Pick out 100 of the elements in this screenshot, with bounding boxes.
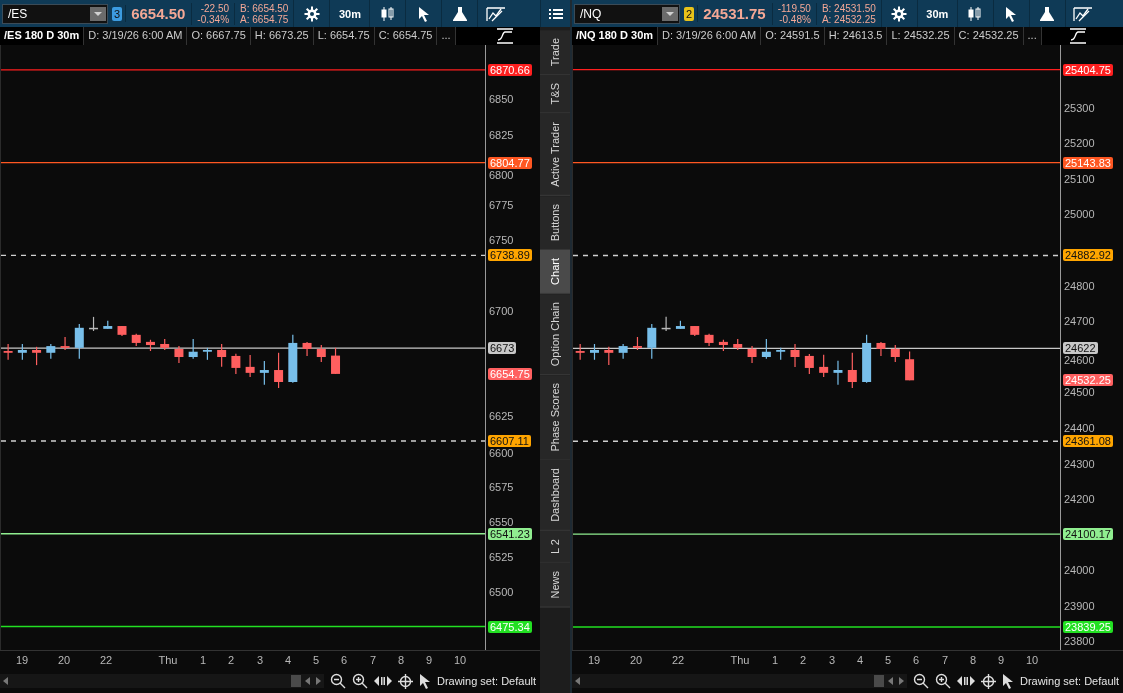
candle	[60, 336, 70, 351]
time-label: 4	[283, 654, 293, 666]
candle	[590, 343, 599, 361]
price-tick: 6575	[489, 480, 514, 493]
time-label: 5	[883, 654, 893, 666]
flask-icon	[451, 5, 468, 22]
scroll-thumb[interactable]	[290, 675, 301, 687]
price-label: 6673	[488, 342, 517, 355]
ohlc-field: H: 6673.25	[250, 27, 314, 45]
scroll-left-icon[interactable]	[887, 677, 894, 685]
scroll-right-icon[interactable]	[314, 677, 321, 685]
drawing-set-label[interactable]: Drawing set: Default	[1019, 675, 1119, 687]
price-tick: 6775	[489, 199, 514, 212]
symbol-field[interactable]: /ES	[2, 3, 108, 24]
price-tick: 24400	[1064, 421, 1095, 434]
candle	[733, 338, 743, 351]
side-tab[interactable]: News	[540, 563, 570, 608]
price-tick: 24200	[1064, 493, 1095, 506]
price-label: 23839.25	[1063, 621, 1113, 633]
candle	[604, 346, 614, 366]
candle	[17, 343, 27, 361]
time-label: 20	[56, 654, 72, 666]
zoom-in-icon[interactable]	[934, 673, 951, 689]
side-tab[interactable]: L 2	[540, 531, 570, 564]
price-tick: 23900	[1064, 599, 1095, 612]
side-tab[interactable]: T&S	[540, 75, 570, 114]
crosshair-icon[interactable]	[397, 673, 413, 689]
scroll-right-icon[interactable]	[897, 677, 904, 685]
price-tick: 6600	[489, 446, 514, 459]
time-label: 22	[670, 654, 686, 666]
symbol-field[interactable]: /NQ	[574, 3, 680, 24]
price-tick: 6700	[489, 304, 514, 317]
fit-width-icon[interactable]	[373, 675, 392, 687]
time-label: 19	[14, 654, 30, 666]
price-tick: 24500	[1064, 386, 1095, 399]
candle	[647, 323, 657, 360]
time-label: 9	[424, 654, 434, 666]
candle	[32, 346, 42, 366]
ohlc-field: C: 6654.75	[374, 27, 438, 45]
bid-price: B: 6654.50	[240, 2, 289, 14]
price-label: 24622	[1063, 342, 1098, 355]
scrollbar[interactable]	[0, 674, 324, 688]
ask-price: A: 6654.75	[240, 13, 289, 25]
price-label: 6654.75	[488, 367, 532, 380]
zoom-out-icon[interactable]	[912, 673, 929, 689]
side-tab[interactable]: Dashboard	[540, 460, 570, 532]
price-label: 6607.11	[488, 434, 531, 447]
candle	[690, 325, 700, 337]
candle	[847, 352, 857, 389]
candle	[188, 338, 198, 360]
scroll-left-icon[interactable]	[304, 677, 311, 685]
side-tab[interactable]: Buttons	[540, 195, 570, 250]
percent-change: -0.48%	[778, 13, 811, 25]
price-tick: 6825	[489, 128, 514, 141]
zoom-out-icon[interactable]	[329, 673, 346, 689]
candle	[331, 347, 341, 375]
side-tab[interactable]: Phase Scores	[540, 375, 570, 461]
price-tick: 24600	[1064, 354, 1095, 367]
candle	[259, 360, 269, 386]
caret-icon	[662, 6, 678, 21]
ohlc-field: L: 6654.75	[313, 27, 375, 45]
zoom-in-icon[interactable]	[351, 673, 368, 689]
time-label: 19	[586, 654, 602, 666]
candle	[46, 343, 56, 360]
scrollbar[interactable]	[572, 674, 907, 688]
candle	[747, 345, 757, 364]
candle	[3, 343, 13, 361]
price-tick: 6800	[489, 168, 514, 181]
candle	[704, 333, 714, 347]
time-label: 20	[628, 654, 644, 666]
side-tab[interactable]: Option Chain	[540, 293, 570, 375]
time-label: Thu	[157, 654, 179, 666]
price-label: 6541.23	[488, 527, 532, 540]
price-tick: 6500	[489, 586, 514, 599]
crosshair-icon[interactable]	[980, 673, 996, 689]
price-tick: 24800	[1064, 279, 1095, 292]
candle	[862, 334, 872, 384]
candle	[575, 343, 585, 361]
candle	[202, 347, 212, 361]
candle	[661, 316, 671, 332]
cursor-icon[interactable]	[1001, 673, 1014, 689]
price-tick: 24300	[1064, 457, 1095, 470]
price-label: 6804.77	[488, 156, 532, 169]
side-tab[interactable]: Trade	[540, 30, 570, 76]
side-tab[interactable]: Active Trader	[540, 113, 570, 196]
side-tab[interactable]: Chart	[540, 249, 570, 294]
bid-price: B: 24531.50	[821, 2, 876, 14]
time-label: 1	[770, 654, 780, 666]
price-tick: 25300	[1064, 101, 1095, 114]
candle	[117, 325, 127, 337]
fit-width-icon[interactable]	[956, 675, 975, 687]
candle	[316, 344, 326, 363]
candle	[302, 341, 312, 357]
candle	[231, 353, 241, 375]
link-badge[interactable]: 3	[112, 6, 123, 21]
drawing-set-label[interactable]: Drawing set: Default	[436, 675, 536, 687]
ohlc-field: ...	[437, 27, 456, 45]
link-badge[interactable]: 2	[684, 6, 695, 21]
scroll-thumb[interactable]	[873, 675, 884, 687]
cursor-icon[interactable]	[418, 673, 431, 689]
